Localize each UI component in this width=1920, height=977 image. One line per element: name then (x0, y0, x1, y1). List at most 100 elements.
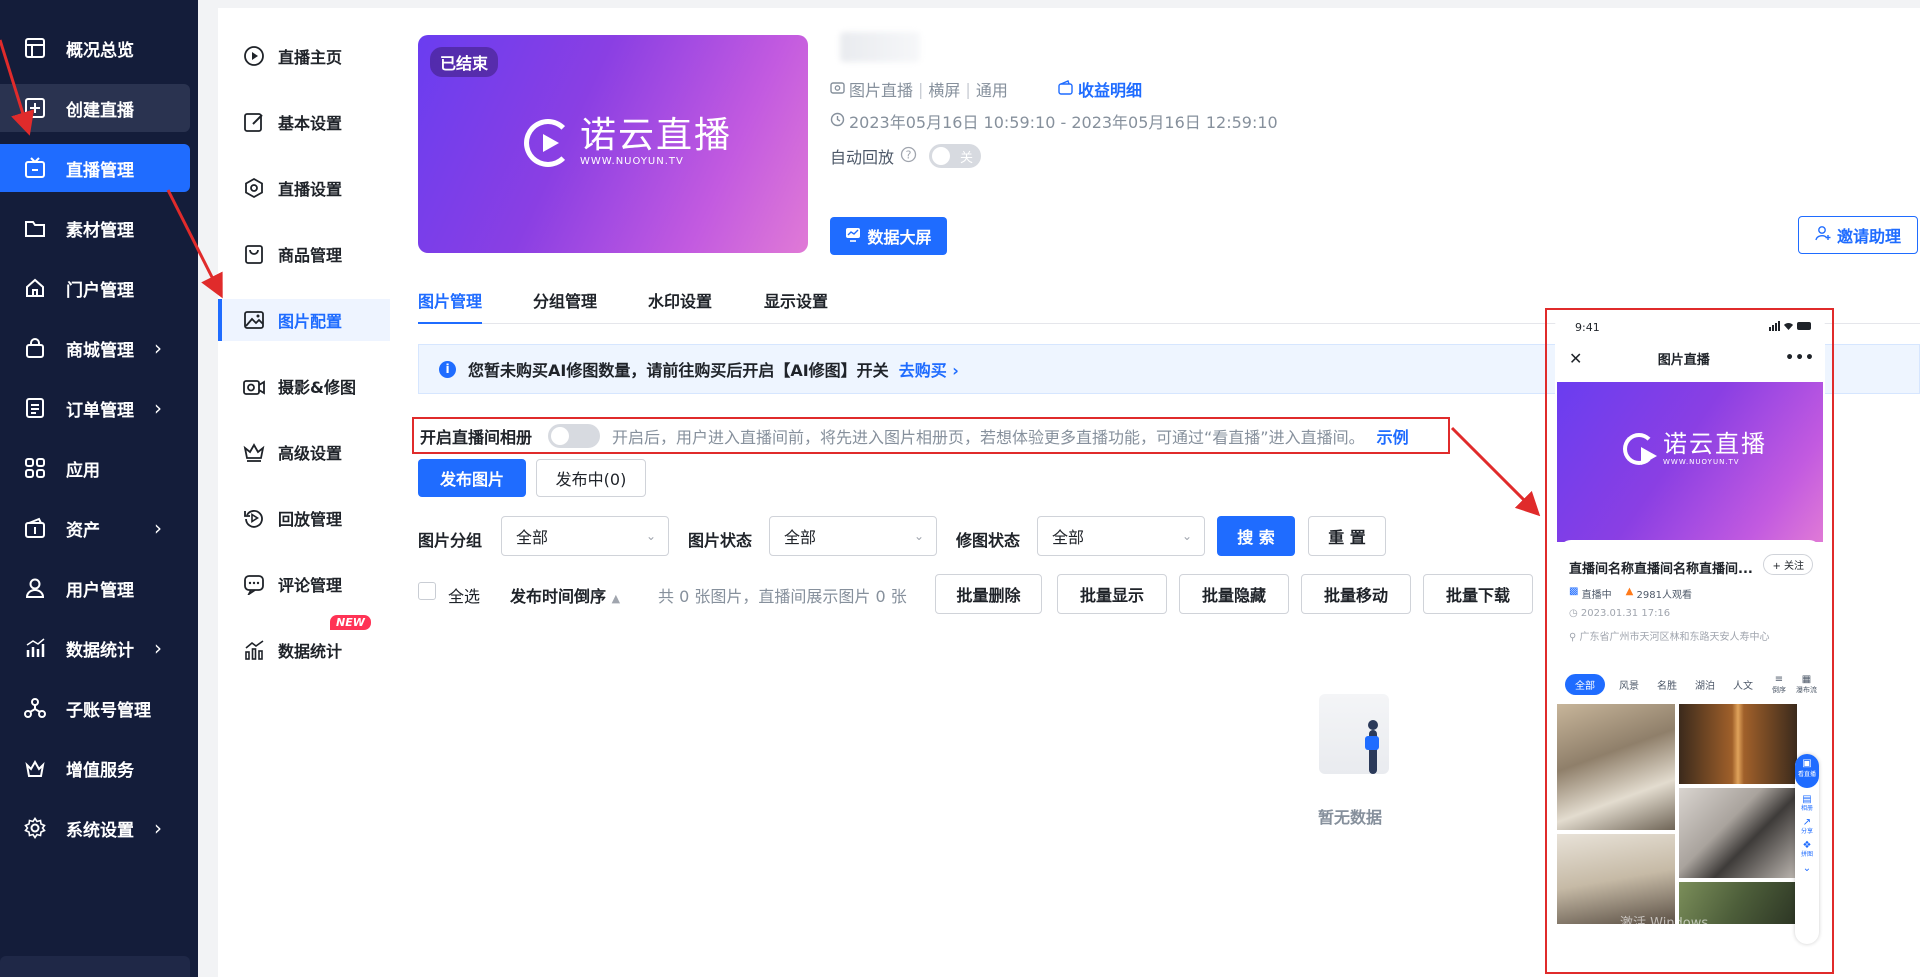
live-state: 直播中 (1581, 590, 1612, 601)
phone-tab[interactable]: 人文 (1733, 677, 1753, 692)
info-icon: i (439, 360, 456, 378)
sidebar-item-sub-accounts[interactable]: 子账号管理 (0, 684, 190, 732)
sidebar-item-overview[interactable]: 概况总览 (0, 24, 190, 72)
sidebar-item-label: 直播管理 (66, 160, 134, 181)
waterfall-toggle[interactable]: ▦ 瀑布流 (1796, 674, 1817, 695)
reset-button[interactable]: 重 置 (1308, 516, 1386, 556)
subnav-item-label: 数据统计 (278, 642, 343, 661)
phone-tab[interactable]: 名胜 (1657, 677, 1677, 692)
bulk-download-button[interactable]: 批量下载 (1423, 574, 1533, 614)
phone-room-card: 直播间名称直播间名称直播间... + 关注 ▩ 直播中 ▲ 2981人观看 ◷ … (1559, 540, 1821, 660)
sidebar-item-value-added[interactable]: 增值服务 (0, 744, 190, 792)
subnav-item-photo-retouch[interactable]: 摄影&修图 (218, 365, 390, 407)
chevron-down-icon[interactable]: ⌄ (1795, 864, 1819, 874)
sort-toggle-label: 倒序 (1772, 685, 1786, 694)
retouch-select[interactable]: 全部 ⌄ (1037, 516, 1205, 556)
subnav-item-comments[interactable]: 评论管理 (218, 563, 390, 605)
search-button[interactable]: 搜 索 (1217, 516, 1295, 556)
example-link[interactable]: 示例 (1377, 424, 1409, 448)
album-float-button[interactable]: ▤ 相册 (1795, 795, 1819, 813)
bulk-move-button[interactable]: 批量移动 (1301, 574, 1411, 614)
sidebar-item-live-manage[interactable]: 直播管理 (0, 144, 190, 192)
watermark-line-1: 激活 Windows (1620, 916, 1709, 931)
empty-state: 暂无数据 (1290, 694, 1410, 828)
album-setting-row: 开启直播间相册 开启后，用户进入直播间前，将先进入图片相册页，若想体验更多直播功… (412, 417, 1450, 454)
data-screen-button[interactable]: 数据大屏 (830, 217, 947, 255)
monitor-icon (845, 227, 861, 246)
subnav-item-basic-settings[interactable]: 基本设置 (218, 101, 390, 143)
sidebar-item-orders[interactable]: 订单管理 › (0, 384, 190, 432)
subnav-item-products[interactable]: 商品管理 (218, 233, 390, 275)
close-icon[interactable]: ✕ (1569, 349, 1582, 368)
image-icon (242, 308, 266, 332)
phone-category-tabs: 全部 风景 名胜 湖泊 人文 ≡ 倒序 ▦ 瀑布流 (1565, 672, 1817, 696)
phone-status-bar: 9:41 (1555, 314, 1825, 340)
chevron-down-icon: ⌄ (1181, 529, 1192, 543)
group-select[interactable]: 全部 ⌄ (501, 516, 669, 556)
tab-watermark[interactable]: 水印设置 (648, 288, 712, 322)
chevron-right-icon: › (154, 816, 162, 840)
sidebar-item-assets[interactable]: 素材管理 (0, 204, 190, 252)
subnav-item-replay[interactable]: 回放管理 (218, 497, 390, 539)
tab-display-settings[interactable]: 显示设置 (764, 288, 828, 322)
photo-thumbnail[interactable] (1557, 834, 1675, 924)
photo-thumbnail[interactable] (1679, 788, 1797, 878)
sidebar-item-mall[interactable]: 商城管理 › (0, 324, 190, 372)
income-detail-link[interactable]: 收益明细 (1058, 77, 1142, 101)
sidebar-item-system-settings[interactable]: 系统设置 › (0, 804, 190, 852)
sidebar-item-portal[interactable]: 门户管理 (0, 264, 190, 312)
sidebar-item-statistics[interactable]: 数据统计 › (0, 624, 190, 672)
help-icon[interactable]: ? (900, 146, 917, 167)
share-float-button[interactable]: ↗ 分享 (1795, 818, 1819, 836)
bag-icon (242, 242, 266, 266)
wallet-icon (22, 515, 48, 541)
auto-replay-toggle[interactable]: 关 (929, 144, 982, 168)
puzzle-float-button[interactable]: ❖ 拼图 (1795, 841, 1819, 859)
live-cover-image[interactable]: 已结束 诺云直播 WWW.NUOYUN.TV (418, 35, 808, 253)
watch-live-button[interactable]: ▣ 看直播 (1795, 754, 1819, 788)
select-all-checkbox[interactable] (418, 582, 436, 600)
invite-assistant-label: 邀请助理 (1836, 227, 1901, 246)
subnav-item-image-config[interactable]: 图片配置 (218, 299, 390, 341)
bulk-hide-button[interactable]: 批量隐藏 (1179, 574, 1289, 614)
status-select[interactable]: 全部 ⌄ (769, 516, 937, 556)
bulk-show-button[interactable]: 批量显示 (1057, 574, 1167, 614)
phone-tab[interactable]: 全部 (1565, 673, 1605, 695)
image-count-summary: 共 0 张图片，直播间展示图片 0 张 (658, 587, 907, 606)
buy-link[interactable]: 去购买 › (899, 357, 959, 381)
album-toggle[interactable] (548, 423, 601, 448)
phone-tab[interactable]: 风景 (1619, 677, 1639, 692)
tab-group-manage[interactable]: 分组管理 (533, 288, 597, 322)
photo-thumbnail[interactable] (1679, 704, 1797, 784)
tab-image-manage[interactable]: 图片管理 (418, 288, 483, 324)
more-icon[interactable]: ••• (1785, 350, 1815, 366)
mobile-preview-frame: 9:41 ✕ 图片直播 ••• 诺云直播 WWW.NUOYUN.TV 直播间名称… (1545, 308, 1834, 974)
puzzle-float-label: 拼图 (1800, 851, 1813, 858)
invite-assistant-button[interactable]: 邀请助理 (1798, 216, 1918, 254)
subnav-item-statistics[interactable]: 数据统计 NEW (218, 615, 390, 671)
subnav-item-live-home[interactable]: 直播主页 (218, 35, 390, 77)
sidebar-item-label: 概况总览 (66, 40, 134, 61)
sort-control[interactable]: 发布时间倒序 ▲ (510, 583, 620, 607)
wallet-icon (1058, 79, 1073, 99)
bulk-delete-button[interactable]: 批量删除 (935, 574, 1042, 614)
camera-icon (242, 374, 266, 398)
album-float-label: 相册 (1800, 805, 1813, 812)
publishing-button[interactable]: 发布中(0) (536, 459, 646, 497)
sidebar-item-users[interactable]: 用户管理 (0, 564, 190, 612)
phone-tab[interactable]: 湖泊 (1695, 677, 1715, 692)
publish-image-button[interactable]: 发布图片 (418, 459, 526, 497)
sort-toggle[interactable]: ≡ 倒序 (1772, 674, 1786, 695)
sidebar-item-create-live[interactable]: 创建直播 (0, 84, 190, 132)
fire-icon: ▲ (1625, 586, 1637, 597)
sidebar-item-finance[interactable]: 资产 › (0, 504, 190, 552)
subnav-item-label: 直播设置 (278, 180, 343, 199)
sidebar-item-apps[interactable]: 应用 (0, 444, 190, 492)
subnav-item-live-settings[interactable]: 直播设置 (218, 167, 390, 209)
follow-button[interactable]: + 关注 (1763, 554, 1813, 575)
nuoyun-logo: 诺云直播 WWW.NUOYUN.TV (1623, 432, 1767, 466)
photo-thumbnail[interactable] (1557, 704, 1675, 830)
viewer-count: 2981人观看 (1636, 590, 1692, 601)
subnav-item-advanced[interactable]: 高级设置 (218, 431, 390, 473)
stats-icon (242, 638, 266, 662)
